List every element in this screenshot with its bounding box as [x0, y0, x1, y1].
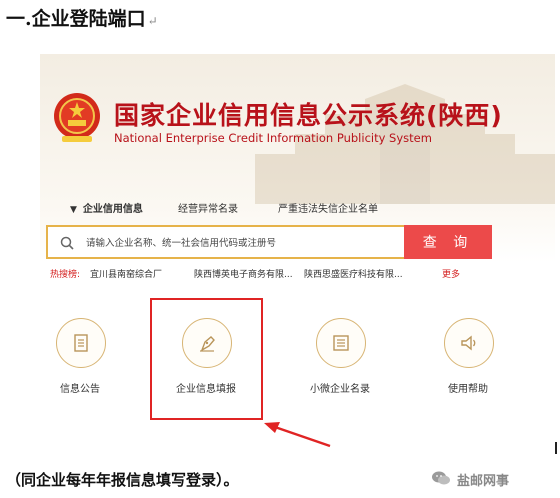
tile-label: 小微企业名录	[310, 384, 370, 395]
nav-dishonest-list[interactable]: 严重违法失信企业名单	[278, 200, 378, 215]
tile-icon-circle	[56, 318, 106, 368]
tile-label: 使用帮助	[448, 384, 488, 395]
site-title: 国家企业信用信息公示系统(陕西)	[114, 101, 503, 130]
site-subtitle: National Enterprise Credit Information P…	[114, 131, 432, 145]
divider	[555, 442, 557, 454]
list-icon	[333, 335, 349, 351]
hot-search-item[interactable]: 陕西博英电子商务有限...	[194, 267, 293, 280]
tile-micro-enterprise[interactable]: 小微企业名录	[280, 316, 400, 406]
website-screenshot: 国家企业信用信息公示系统(陕西) National Enterprise Cre…	[40, 54, 555, 454]
tile-icon-circle	[316, 318, 366, 368]
search-button[interactable]: 查 询	[404, 225, 492, 259]
tile-icon-circle	[444, 318, 494, 368]
tile-label: 信息公告	[60, 384, 100, 395]
footer-note: （同企业每年年报信息填写登录）。	[6, 471, 239, 489]
speaker-icon	[461, 335, 476, 351]
nav-label: 企业信用信息	[82, 204, 143, 215]
tile-help[interactable]: 使用帮助	[408, 316, 528, 406]
nav-abnormal-list[interactable]: 经营异常名录	[178, 200, 238, 215]
hot-search-item[interactable]: 宜川县南窑综合厂	[90, 267, 162, 280]
more-link[interactable]: 更多	[442, 267, 460, 280]
highlight-box	[150, 298, 263, 420]
tile-info-notice[interactable]: 信息公告	[40, 316, 140, 406]
paragraph-mark: ↵	[147, 14, 158, 28]
nav-enterprise-credit[interactable]: ▼ 企业信用信息	[70, 200, 143, 215]
national-emblem-icon	[54, 93, 100, 142]
search-box	[46, 225, 404, 259]
search-icon	[60, 236, 74, 250]
hot-search-label: 热搜榜:	[50, 270, 81, 280]
wechat-icon	[432, 471, 450, 485]
document-heading: 一.企业登陆端口 ↵	[6, 4, 158, 31]
watermark: 盐邮网事	[457, 474, 510, 489]
hot-search-item[interactable]: 陕西思盛医疗科技有限...	[304, 267, 403, 280]
triangle-down-icon: ▼	[70, 205, 77, 215]
search-input[interactable]	[84, 232, 388, 254]
document-icon	[74, 334, 88, 352]
heading-text: 一.企业登陆端口	[6, 8, 146, 30]
